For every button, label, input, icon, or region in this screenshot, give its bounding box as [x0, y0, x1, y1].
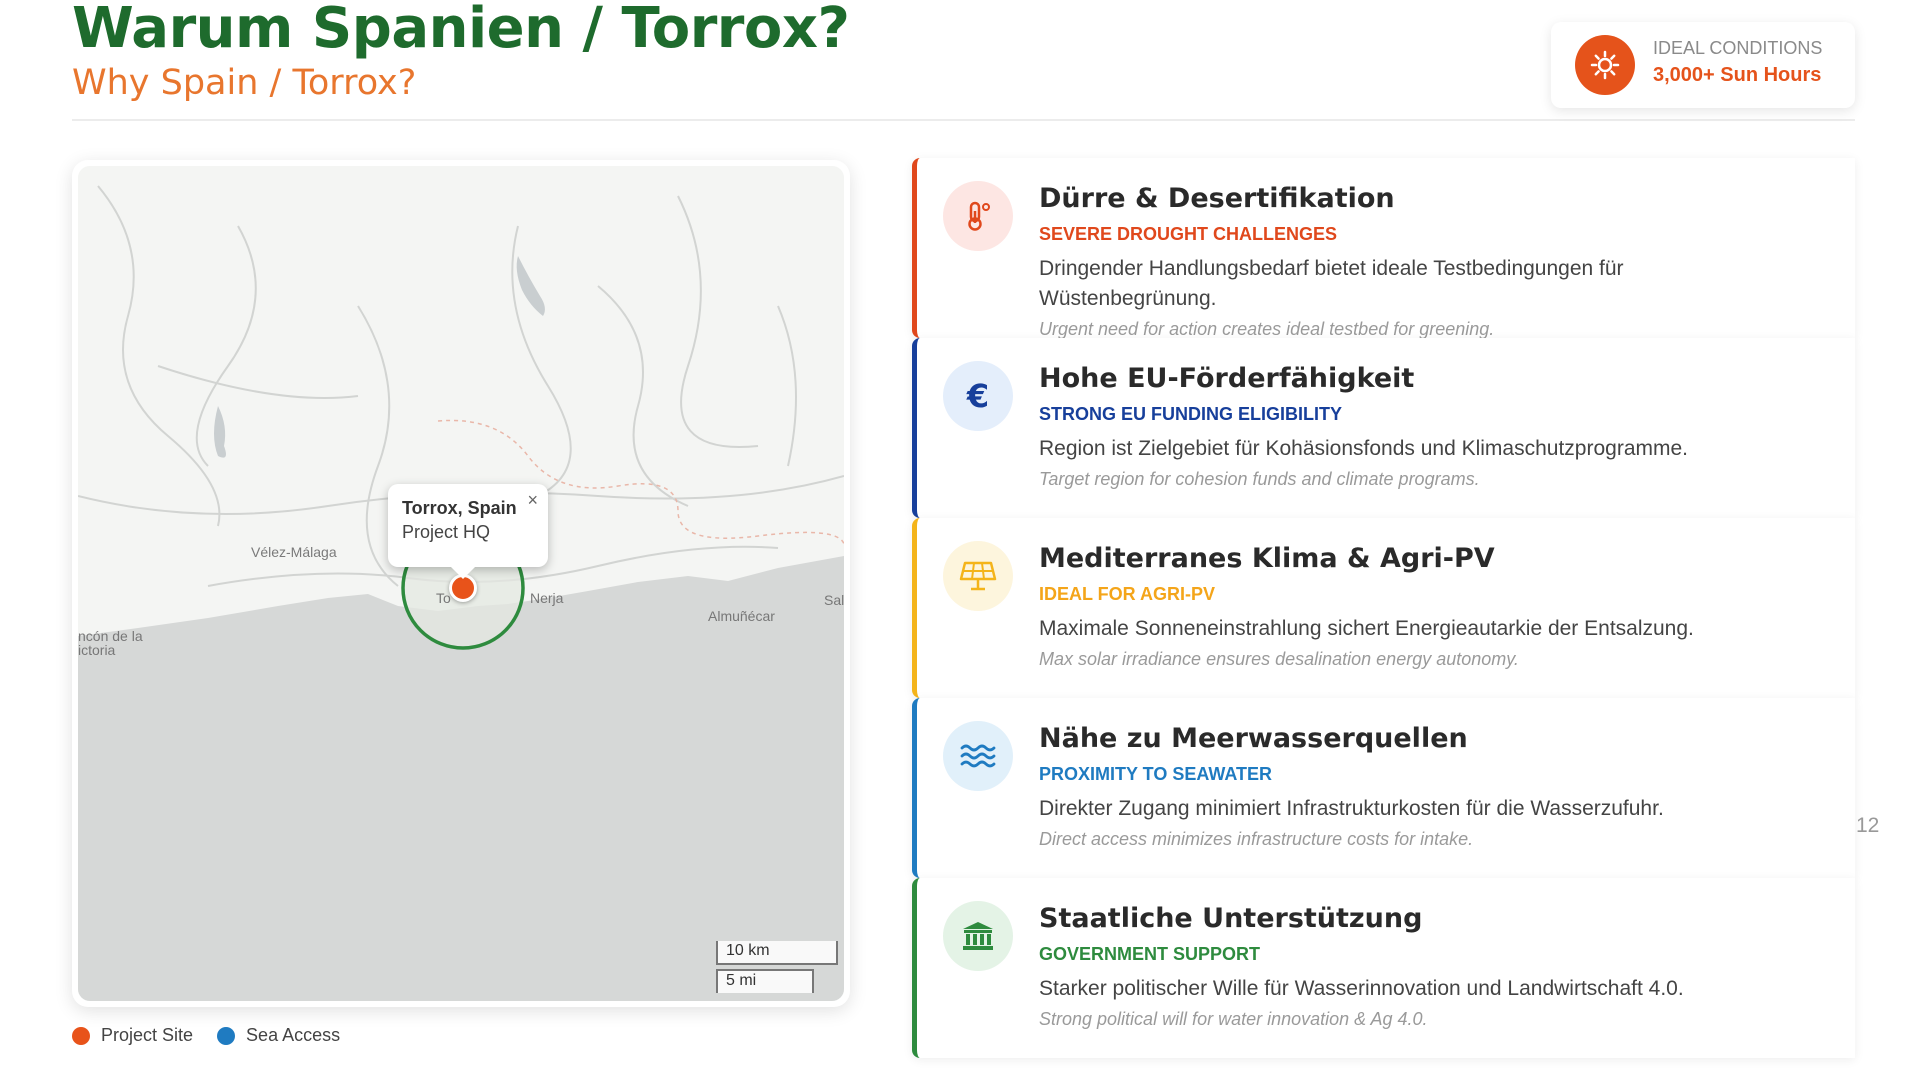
badge-value: 3,000+ Sun Hours [1653, 64, 1822, 86]
map-label-nerja: Nerja [530, 590, 564, 606]
feature-card-seawater: Nähe zu Meerwasserquellen PROXIMITY TO S… [912, 698, 1855, 878]
popup-title: Torrox, Spain [402, 498, 517, 518]
map-popup: × Torrox, Spain Project HQ [388, 484, 548, 579]
card-subtitle: STRONG EU FUNDING ELIGIBILITY [1039, 404, 1343, 424]
sun-icon [1575, 35, 1635, 95]
feature-card-drought: Dürre & Desertifikation SEVERE DROUGHT C… [912, 158, 1855, 339]
card-english-note: Urgent need for action creates ideal tes… [1039, 319, 1495, 339]
card-title: Dürre & Desertifikation [1039, 183, 1395, 214]
legend-item-project-site: Project Site [72, 1025, 193, 1046]
legend-item-sea-access: Sea Access [217, 1025, 340, 1046]
legend-dot-sea-access [217, 1026, 236, 1045]
map-label-sal: Sal [824, 592, 844, 608]
card-title: Nähe zu Meerwasserquellen [1039, 723, 1468, 754]
map-label-rincon-2: ictoria [78, 642, 116, 658]
card-subtitle: IDEAL FOR AGRI-PV [1039, 584, 1216, 604]
page-title: Warum Spanien / Torrox? [72, 0, 850, 61]
feature-card-government: Staatliche Unterstützung GOVERNMENT SUPP… [912, 878, 1855, 1058]
legend-label: Project Site [101, 1025, 194, 1045]
scale-mi: 5 mi [716, 969, 814, 993]
card-title: Mediterranes Klima & Agri-PV [1039, 543, 1495, 574]
scale-km: 10 km [716, 941, 838, 965]
card-description: Starker politischer Wille für Wasserinno… [1039, 977, 1684, 1000]
card-description: Maximale Sonneneinstrahlung sichert Ener… [1039, 617, 1694, 640]
map-label-torrox: To [436, 590, 451, 606]
card-title: Hohe EU-Förderfähigkeit [1039, 363, 1415, 394]
map-card: Vélez-Málaga Nerja Almuñécar Sal ncón de… [72, 160, 850, 1007]
map-label-velez: Vélez-Málaga [251, 544, 337, 560]
close-icon[interactable]: × [527, 490, 538, 511]
card-subtitle: GOVERNMENT SUPPORT [1039, 944, 1261, 964]
card-english-note: Strong political will for water innovati… [1039, 1009, 1428, 1029]
card-english-note: Direct access minimizes infrastructure c… [1039, 829, 1474, 849]
slide-header: Warum Spanien / Torrox? Why Spain / Torr… [72, 0, 1855, 121]
ideal-conditions-badge: IDEAL CONDITIONS 3,000+ Sun Hours [1551, 22, 1855, 108]
card-english-note: Target region for cohesion funds and cli… [1039, 469, 1480, 489]
card-title: Staatliche Unterstützung [1039, 903, 1423, 934]
map-scale-bar: 10 km 5 mi [716, 941, 838, 993]
solar-panel-icon [943, 541, 1013, 611]
feature-card-list: Dürre & Desertifikation SEVERE DROUGHT C… [912, 158, 1855, 1058]
card-description: Dringender Handlungsbedarf bietet ideale… [1039, 257, 1624, 310]
map-view[interactable]: Vélez-Málaga Nerja Almuñécar Sal ncón de… [78, 166, 844, 1001]
card-description: Region ist Zielgebiet für Kohäsionsfonds… [1039, 437, 1689, 460]
map-legend: Project Site Sea Access [72, 1025, 364, 1046]
map-label-almunecar: Almuñécar [708, 608, 775, 624]
water-waves-icon [943, 721, 1013, 791]
badge-label: IDEAL CONDITIONS [1653, 38, 1823, 58]
government-building-icon [943, 901, 1013, 971]
feature-card-eu-funding: € Hohe EU-Förderfähigkeit STRONG EU FUND… [912, 338, 1855, 518]
card-english-note: Max solar irradiance ensures desalinatio… [1039, 649, 1519, 669]
page-number: 12 [1856, 814, 1880, 837]
card-subtitle: PROXIMITY TO SEAWATER [1039, 764, 1273, 784]
thermometer-icon [943, 181, 1013, 251]
page-subtitle: Why Spain / Torrox? [72, 63, 417, 103]
feature-card-agri-pv: Mediterranes Klima & Agri-PV IDEAL FOR A… [912, 518, 1855, 698]
popup-subtitle: Project HQ [402, 522, 491, 542]
legend-label: Sea Access [246, 1025, 341, 1045]
card-description: Direkter Zugang minimiert Infrastrukturk… [1039, 797, 1664, 820]
card-subtitle: SEVERE DROUGHT CHALLENGES [1039, 224, 1338, 244]
euro-icon: € [943, 361, 1013, 431]
legend-dot-project-site [72, 1026, 90, 1045]
